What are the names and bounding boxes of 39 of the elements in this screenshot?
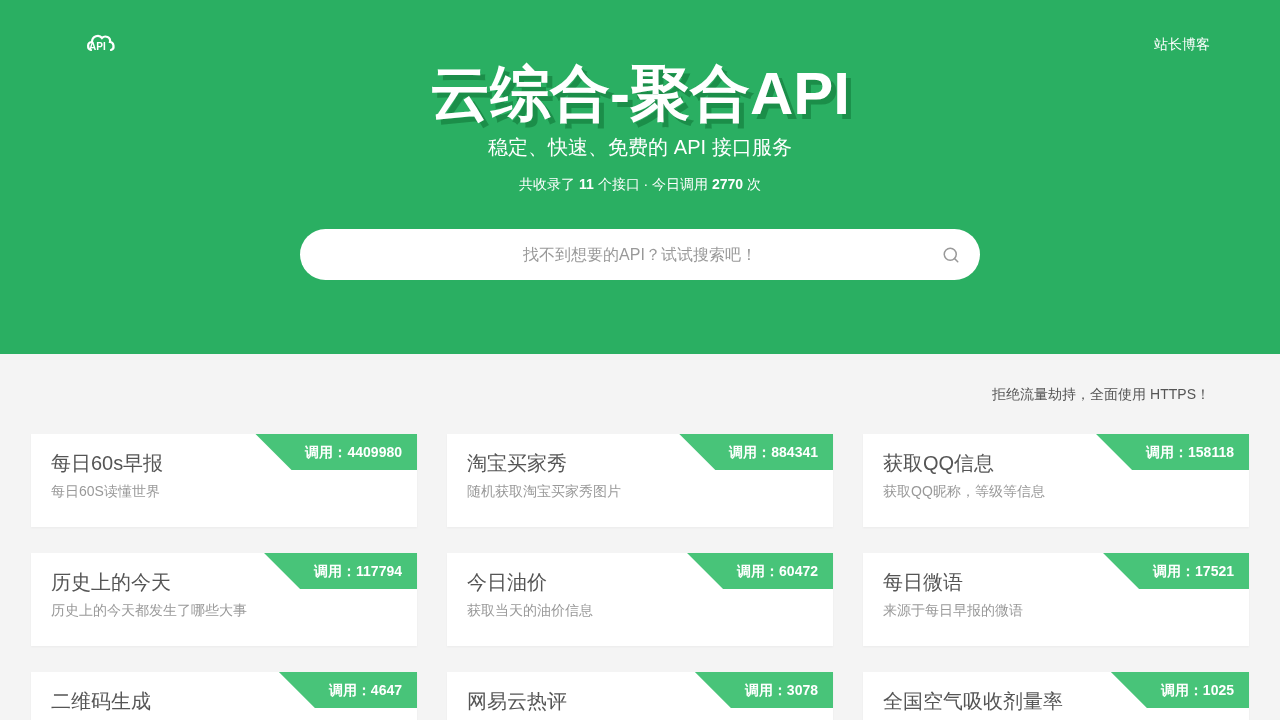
calls-badge: 调用：1025 bbox=[1110, 672, 1249, 708]
subtitle: 稳定、快速、免费的 API 接口服务 bbox=[488, 135, 792, 160]
calls-badge: 调用：117794 bbox=[264, 553, 417, 589]
card-description: 随机获取淘宝买家秀图片 bbox=[467, 482, 621, 501]
calls-badge: 调用：4647 bbox=[278, 672, 417, 708]
card-title: 历史上的今天 bbox=[51, 570, 171, 594]
calls-badge: 调用：3078 bbox=[694, 672, 833, 708]
api-card[interactable]: 调用：4647 二维码生成 bbox=[31, 672, 417, 720]
site-title: 云综合-聚合API bbox=[430, 64, 850, 124]
calls-badge: 调用：884341 bbox=[679, 434, 833, 470]
api-card[interactable]: 调用：17521 每日微语 来源于每日早报的微语 bbox=[863, 553, 1249, 646]
card-title: 全国空气吸收剂量率 bbox=[883, 689, 1063, 713]
api-card[interactable]: 调用：1025 全国空气吸收剂量率 bbox=[863, 672, 1249, 720]
api-card[interactable]: 调用：884341 淘宝买家秀 随机获取淘宝买家秀图片 bbox=[447, 434, 833, 527]
card-title: 二维码生成 bbox=[51, 689, 151, 713]
api-card[interactable]: 调用：117794 历史上的今天 历史上的今天都发生了哪些大事 bbox=[31, 553, 417, 646]
card-description: 获取QQ昵称，等级等信息 bbox=[883, 482, 1045, 501]
card-description: 历史上的今天都发生了哪些大事 bbox=[51, 601, 247, 620]
calls-badge: 调用：60472 bbox=[687, 553, 833, 589]
card-title: 每日微语 bbox=[883, 570, 963, 594]
card-title: 每日60s早报 bbox=[51, 451, 164, 475]
api-card[interactable]: 调用：158118 获取QQ信息 获取QQ昵称，等级等信息 bbox=[863, 434, 1249, 527]
card-description: 每日60S读懂世界 bbox=[51, 482, 160, 501]
api-card[interactable]: 调用：4409980 每日60s早报 每日60S读懂世界 bbox=[31, 434, 417, 527]
api-card[interactable]: 调用：60472 今日油价 获取当天的油价信息 bbox=[447, 553, 833, 646]
calls-badge: 调用：158118 bbox=[1096, 434, 1249, 470]
search-field[interactable]: 找不到想要的API？试试搜索吧！ bbox=[300, 229, 980, 280]
card-title: 淘宝买家秀 bbox=[467, 451, 567, 475]
card-title: 今日油价 bbox=[467, 570, 547, 594]
search-icon[interactable] bbox=[942, 245, 960, 264]
card-description: 来源于每日早报的微语 bbox=[883, 601, 1023, 620]
api-card[interactable]: 调用：3078 网易云热评 bbox=[447, 672, 833, 720]
calls-badge: 调用：4409980 bbox=[255, 434, 417, 470]
card-title: 获取QQ信息 bbox=[883, 451, 995, 475]
calls-badge: 调用：17521 bbox=[1103, 553, 1249, 589]
card-title: 网易云热评 bbox=[467, 689, 567, 713]
card-description: 获取当天的油价信息 bbox=[467, 601, 593, 620]
https-notice: 拒绝流量劫持，全面使用 HTTPS！ bbox=[992, 385, 1210, 404]
stats-text: 共收录了 11 个接口 · 今日调用 2770 次 bbox=[519, 175, 761, 194]
